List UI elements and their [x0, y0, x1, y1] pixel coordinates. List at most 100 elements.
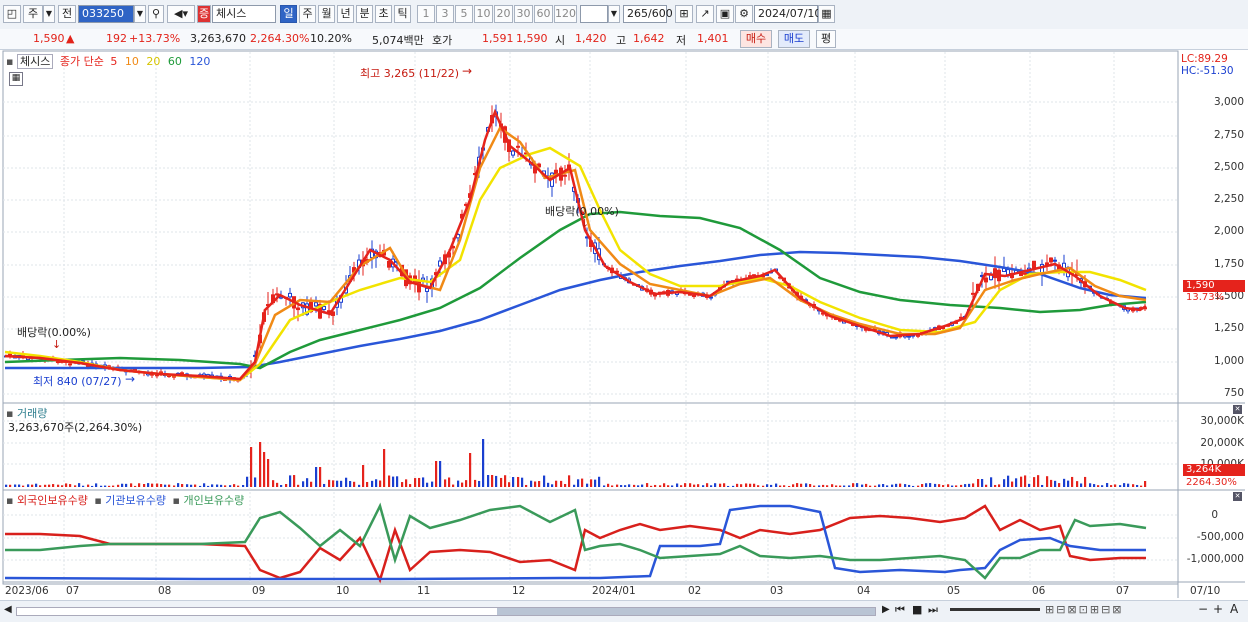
volume-bar — [5, 484, 8, 487]
period-month-button[interactable]: 월 — [318, 5, 335, 23]
period-week-button[interactable]: 주 — [299, 5, 316, 23]
interval-120-button[interactable]: 120 — [554, 5, 577, 23]
draw-tool-icon[interactable]: ↗ — [696, 5, 714, 23]
sound-icon[interactable]: ◀▾ — [167, 5, 195, 23]
volume-bar — [925, 483, 928, 487]
zoom-in-icon[interactable]: + — [1213, 602, 1223, 616]
indicator-icon[interactable]: ⊞ — [675, 5, 693, 23]
legend-ma120[interactable]: 120 — [189, 55, 210, 68]
market-select[interactable]: 주 — [23, 5, 43, 23]
volume-bar — [328, 479, 331, 487]
legend-bullet-icon: ▪ — [172, 494, 180, 507]
stock-name-field[interactable]: 체시스 — [212, 5, 276, 23]
legend-ma60[interactable]: 60 — [168, 55, 182, 68]
count-input[interactable]: 265/600 — [623, 5, 673, 23]
interval-dropdown-icon[interactable]: ▼ — [608, 5, 620, 23]
y-tick-2250: 2,250 — [1213, 193, 1244, 205]
legend-ma20[interactable]: 20 — [146, 55, 160, 68]
volume-bar — [82, 485, 85, 487]
volume-bar — [646, 483, 649, 487]
search-icon[interactable]: ⚲ — [148, 5, 164, 23]
period-year-button[interactable]: 년 — [337, 5, 354, 23]
interval-3-button[interactable]: 3 — [436, 5, 454, 23]
volume-bar — [267, 459, 270, 487]
sell-button[interactable]: 매도 — [778, 30, 810, 48]
rewind-icon[interactable]: ⏮ — [895, 603, 905, 617]
volume-bar — [151, 483, 154, 487]
interval-20-button[interactable]: 20 — [494, 5, 513, 23]
custom-interval-input[interactable] — [580, 5, 608, 23]
volume-bar — [543, 475, 546, 487]
volume-bar — [680, 485, 683, 487]
save-icon[interactable]: ▣ — [716, 5, 734, 23]
legend-ma5[interactable]: 5 — [110, 55, 117, 68]
volume-bar — [1063, 478, 1066, 487]
volume-bar — [1076, 481, 1079, 487]
volume-bar — [762, 485, 765, 487]
period-second-button[interactable]: 초 — [375, 5, 392, 23]
x-label-05: 05 — [947, 585, 961, 597]
buy-button[interactable]: 매수 — [740, 30, 772, 48]
volume-bar — [112, 485, 115, 487]
fast-forward-icon[interactable]: ⏭ — [928, 603, 938, 617]
calendar-icon[interactable]: ▦ — [818, 5, 835, 23]
holding-panel-close-icon[interactable]: ✕ — [1233, 492, 1242, 501]
volume-bar — [852, 483, 855, 487]
volume-bar — [710, 485, 713, 487]
candle-body — [692, 294, 696, 297]
period-day-button[interactable]: 일 — [280, 5, 297, 23]
legend-foreign[interactable]: 외국인보유수량 — [17, 494, 88, 507]
stock-code-input[interactable]: 033250 — [78, 5, 134, 23]
chart-canvas[interactable] — [0, 50, 1248, 600]
candle-body — [894, 336, 898, 339]
period-tick-button[interactable]: 틱 — [394, 5, 411, 23]
legend-ma-label[interactable]: 종가 단순 — [60, 55, 104, 68]
code-dropdown-icon[interactable]: ▼ — [134, 5, 146, 23]
scroll-right-icon[interactable]: ▶ — [882, 604, 890, 615]
volume-bar — [843, 485, 846, 487]
stop-icon[interactable]: ■ — [912, 603, 922, 616]
interval-10-button[interactable]: 10 — [474, 5, 493, 23]
x-label-10: 10 — [336, 585, 350, 597]
volume-bar — [766, 484, 769, 487]
avg-button[interactable]: 평 — [816, 30, 836, 48]
legend-ma10[interactable]: 10 — [125, 55, 139, 68]
interval-5-button[interactable]: 5 — [455, 5, 473, 23]
gear-icon[interactable]: ⚙ — [735, 5, 753, 23]
open-label: 시 — [555, 34, 566, 47]
volume-bar — [835, 485, 838, 487]
volume-bar — [573, 484, 576, 487]
interval-30-button[interactable]: 30 — [514, 5, 533, 23]
volume-bar — [560, 480, 563, 487]
candle-body — [1023, 272, 1027, 275]
date-input[interactable]: 2024/07/10 — [754, 5, 821, 23]
interval-1-button[interactable]: 1 — [417, 5, 435, 23]
scroll-track[interactable] — [16, 607, 876, 616]
volume-bar — [753, 483, 756, 487]
low-price: 1,401 — [697, 32, 729, 45]
volume-bar — [779, 485, 782, 487]
scroll-left-icon[interactable]: ◀ — [4, 604, 12, 615]
volume-panel-close-icon[interactable]: ✕ — [1233, 405, 1242, 414]
interval-60-button[interactable]: 60 — [534, 5, 553, 23]
volume-bar — [603, 485, 606, 487]
volume-bar — [1144, 481, 1147, 487]
volume-bar — [1015, 478, 1018, 487]
text-size-icon[interactable]: A — [1230, 602, 1238, 616]
layout-icons[interactable]: ⊞⊟⊠⊡⊞⊟⊠ — [1045, 603, 1124, 616]
legend-institution[interactable]: 기관보유수량 — [105, 494, 166, 507]
legend-stock-name[interactable]: 체시스 — [16, 54, 54, 69]
prev-button[interactable]: 전 — [58, 5, 76, 23]
volume-bar — [254, 477, 257, 487]
period-minute-button[interactable]: 분 — [356, 5, 373, 23]
volume-bar — [525, 484, 528, 487]
volume-bar — [237, 485, 240, 487]
zoom-out-icon[interactable]: − — [1198, 602, 1208, 616]
volume-bar — [1136, 484, 1139, 487]
window-icon[interactable]: ◰ — [3, 5, 21, 23]
table-icon[interactable]: ▦ — [9, 72, 23, 86]
zoom-bar[interactable] — [950, 608, 1040, 611]
chevron-down-icon[interactable]: ▼ — [43, 5, 55, 23]
scroll-thumb[interactable] — [497, 608, 875, 615]
legend-individual[interactable]: 개인보유수량 — [183, 494, 244, 507]
